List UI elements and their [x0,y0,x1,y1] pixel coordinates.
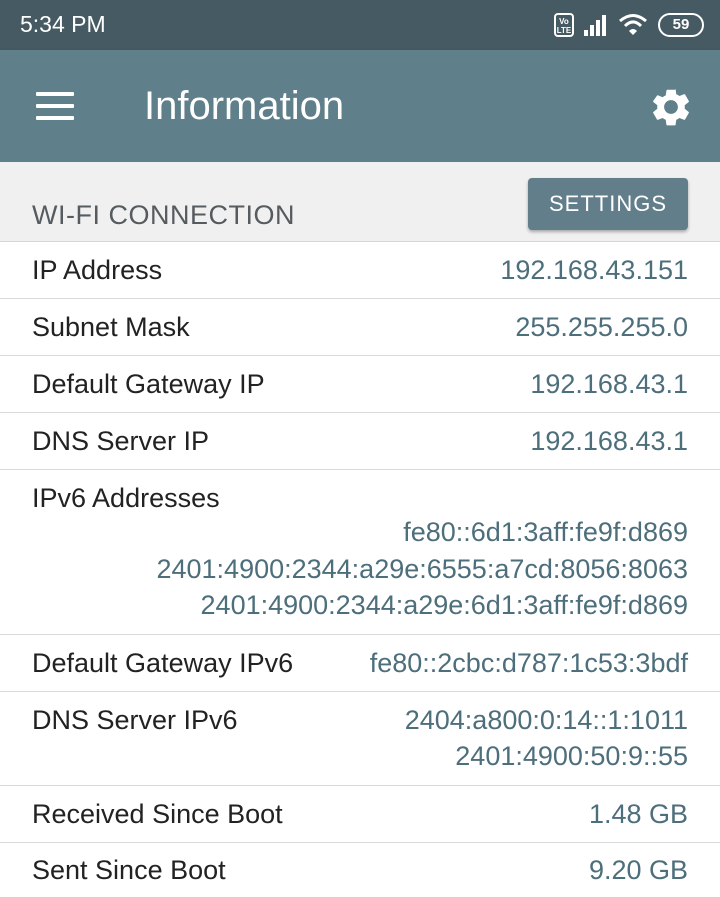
status-icons: Vo LTE 59 [554,10,704,40]
status-bar: 5:34 PM Vo LTE 59 [0,0,720,50]
row-value: 2401:4900:2344:a29e:6d1:3aff:fe9f:d869 [200,590,688,620]
row-value: fe80::2cbc:d787:1c53:3bdf [369,648,688,678]
battery-icon: 59 [658,13,704,37]
app-bar: Information [0,50,720,162]
row-label: Sent Since Boot [32,855,226,885]
settings-button[interactable]: SETTINGS [528,178,688,230]
row-label: Default Gateway IP [32,369,265,399]
info-row-dns-server-ipv6: DNS Server IPv6 2404:a800:0:14::1:1011 2… [0,692,720,786]
row-label: Subnet Mask [32,312,190,342]
status-time: 5:34 PM [20,11,106,37]
volte-icon: Vo LTE [554,13,574,37]
wifi-icon [619,14,647,35]
info-row-default-gateway-ipv6: Default Gateway IPv6 fe80::2cbc:d787:1c5… [0,635,720,692]
row-label: IPv6 Addresses [32,483,220,513]
row-value: 2401:4900:2344:a29e:6555:a7cd:8056:8063 [156,554,688,584]
section-header: WI-FI CONNECTION SETTINGS [0,162,720,242]
info-row-sent-since-boot: Sent Since Boot 9.20 GB [0,843,720,897]
gear-icon[interactable] [648,84,694,130]
row-value: 1.48 GB [588,799,688,829]
row-value: 2401:4900:50:9::55 [455,741,688,771]
page-title: Information [144,84,345,128]
info-row-subnet-mask: Subnet Mask 255.255.255.0 [0,299,720,356]
row-value: 9.20 GB [588,855,688,885]
row-value: 2404:a800:0:14::1:1011 [404,705,688,735]
battery-level: 59 [672,16,690,33]
section-title: WI-FI CONNECTION [32,200,295,230]
info-row-ipv6-addresses: IPv6 Addresses fe80::6d1:3aff:fe9f:d869 … [0,470,720,635]
row-value: 255.255.255.0 [515,312,688,342]
row-value: fe80::6d1:3aff:fe9f:d869 [403,517,688,547]
row-value: 192.168.43.151 [500,255,688,285]
signal-icon [584,15,606,36]
row-label: IP Address [32,255,163,285]
row-value: 192.168.43.1 [530,426,688,456]
info-row-dns-server-ip: DNS Server IP 192.168.43.1 [0,413,720,470]
row-value: 192.168.43.1 [530,369,688,399]
info-row-default-gateway-ip: Default Gateway IP 192.168.43.1 [0,356,720,413]
row-label: Default Gateway IPv6 [32,648,294,678]
row-label: DNS Server IP [32,426,210,456]
row-label: DNS Server IPv6 [32,705,238,735]
info-row-ip-address: IP Address 192.168.43.151 [0,242,720,299]
row-label: Received Since Boot [32,799,283,829]
info-row-received-since-boot: Received Since Boot 1.48 GB [0,786,720,843]
hamburger-menu-icon[interactable] [30,86,76,126]
